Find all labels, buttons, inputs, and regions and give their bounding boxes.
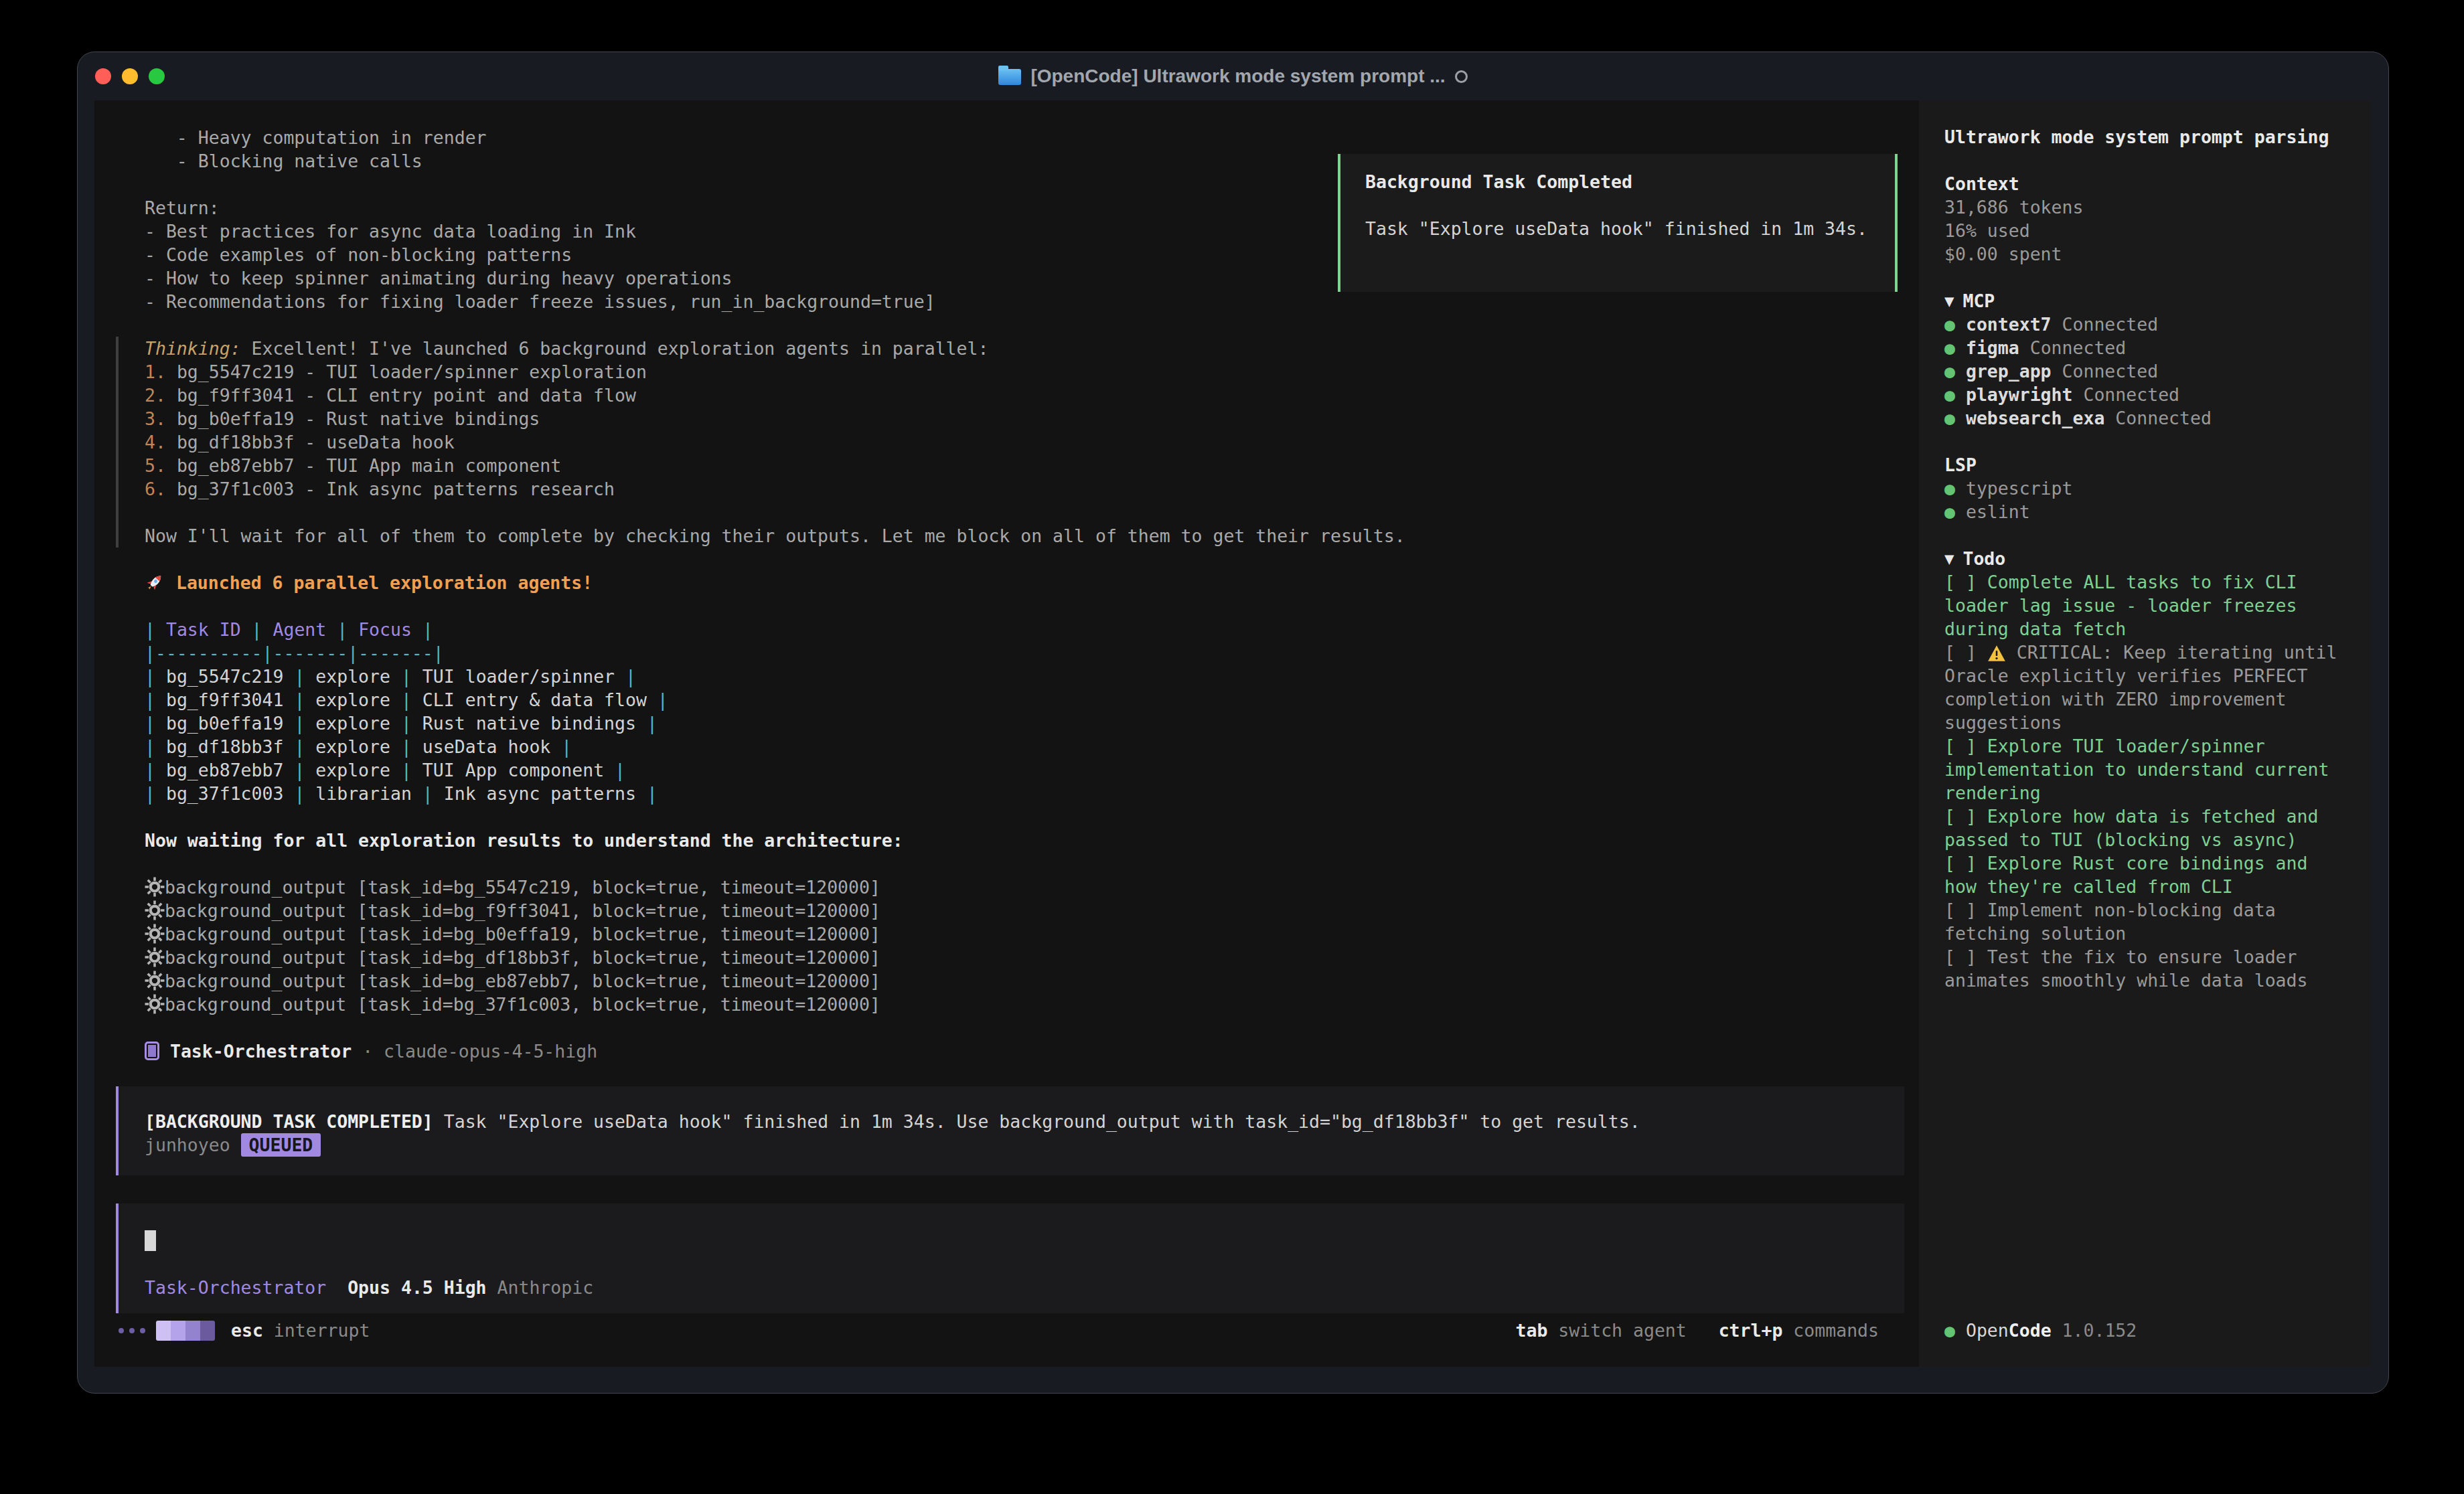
todo-item: [ ] Explore Rust core bindings and how t… [1944, 851, 2350, 898]
orchestrator-icon [145, 1042, 159, 1060]
terminal-line [116, 1016, 1904, 1040]
terminal-line: | bg_eb87ebb7 | explore | TUI App compon… [116, 758, 1904, 782]
spinner-dot [119, 1328, 124, 1333]
terminal-line: Task-Orchestrator Opus 4.5 High Anthropi… [119, 1276, 1904, 1299]
mcp-item-grep_app: ● grep_app Connected [1944, 359, 2350, 383]
rocket-icon [145, 572, 165, 593]
terminal-line [119, 1229, 1904, 1252]
app-window: [OpenCode] Ultrawork mode system prompt … [77, 52, 2389, 1394]
prompt-input[interactable]: Task-Orchestrator Opus 4.5 High Anthropi… [116, 1204, 1904, 1313]
terminal-line: Thinking: Excellent! I've launched 6 bac… [119, 337, 1904, 360]
context-stat: 31,686 tokens [1944, 195, 2350, 219]
terminal-line: Now I'll wait for all of them to complet… [119, 524, 1904, 548]
terminal-line: background_output [task_id=bg_df18bb3f, … [116, 946, 1904, 969]
ctrlp-action-label: commands [1793, 1319, 1879, 1342]
todo-section-header[interactable]: ▼Todo [1944, 547, 2350, 570]
background-task-message: [BACKGROUND TASK COMPLETED] Task "Explor… [116, 1086, 1904, 1175]
text-cursor [145, 1230, 156, 1251]
mcp-item-context7: ● context7 Connected [1944, 313, 2350, 336]
folder-icon [998, 69, 1021, 85]
terminal-line: Launched 6 parallel exploration agents! [116, 571, 1904, 594]
terminal-line: |----------|-------|-------| [116, 641, 1904, 665]
terminal-line [116, 805, 1904, 829]
gear-icon [145, 994, 165, 1015]
context-stat: 16% used [1944, 219, 2350, 242]
mcp-item-websearch_exa: ● websearch_exa Connected [1944, 406, 2350, 430]
todo-item: [ ] Complete ALL tasks to fix CLI loader… [1944, 570, 2350, 641]
app-version: ● OpenCode 1.0.152 [1944, 1319, 2137, 1342]
terminal-line: | bg_df18bb3f | explore | useData hook | [116, 735, 1904, 758]
terminal-block: Launched 6 parallel exploration agents! |… [116, 548, 1904, 1086]
context-stat: $0.00 spent [1944, 242, 2350, 266]
terminal-line [116, 594, 1904, 618]
terminal-line: junhoyeo QUEUED [119, 1133, 1904, 1157]
terminal-line: | bg_f9ff3041 | explore | CLI entry & da… [116, 688, 1904, 712]
terminal-line [116, 852, 1904, 876]
terminal-line: background_output [task_id=bg_37f1c003, … [116, 993, 1904, 1016]
terminal-line: background_output [task_id=bg_5547c219, … [116, 876, 1904, 899]
todo-item: [ ] Implement non-blocking data fetching… [1944, 898, 2350, 945]
terminal-line: 3. bg_b0effa19 - Rust native bindings [119, 407, 1904, 430]
mcp-item-figma: ● figma Connected [1944, 336, 2350, 359]
terminal-line: | bg_5547c219 | explore | TUI loader/spi… [116, 665, 1904, 688]
terminal-line: background_output [task_id=bg_eb87ebb7, … [116, 969, 1904, 993]
sidebar: Ultrawork mode system prompt parsing Cont… [1919, 100, 2371, 1367]
terminal-line [116, 313, 1904, 337]
lsp-item-eslint: ● eslint [1944, 500, 2350, 523]
terminal-line: 1. bg_5547c219 - TUI loader/spinner expl… [119, 360, 1904, 384]
progress-gradient [156, 1321, 215, 1341]
tab-action-label: switch agent [1558, 1319, 1686, 1342]
esc-action-label: interrupt [274, 1319, 370, 1342]
gear-icon [145, 971, 165, 991]
queued-badge: QUEUED [241, 1133, 321, 1157]
tab-key-hint: tab [1515, 1319, 1547, 1342]
window-title-text: [OpenCode] Ultrawork mode system prompt … [1030, 66, 1445, 87]
terminal-line: | bg_b0effa19 | explore | Rust native bi… [116, 712, 1904, 735]
terminal-line [116, 548, 1904, 571]
terminal-line: | Task ID | Agent | Focus | [116, 618, 1904, 641]
terminal-line: background_output [task_id=bg_f9ff3041, … [116, 899, 1904, 922]
lsp-item-typescript: ● typescript [1944, 477, 2350, 500]
terminal-line [119, 1252, 1904, 1276]
mcp-item-playwright: ● playwright Connected [1944, 383, 2350, 406]
terminal-block: Thinking: Excellent! I've launched 6 bac… [116, 337, 1904, 548]
notification-toast[interactable]: Background Task Completed Task "Explore … [1338, 154, 1898, 292]
ctrlp-key-hint: ctrl+p [1719, 1319, 1783, 1342]
terminal-line [116, 1063, 1904, 1086]
terminal-pane[interactable]: - Heavy computation in render - Blocking… [94, 100, 1919, 1367]
gear-icon [145, 900, 165, 921]
progress-circle-icon [1455, 70, 1468, 83]
todo-item: [ ] Explore TUI loader/spinner implement… [1944, 734, 2350, 805]
terminal-line: Task-Orchestrator · claude-opus-4-5-high [116, 1040, 1904, 1063]
gear-icon [145, 924, 165, 944]
terminal-line: background_output [task_id=bg_b0effa19, … [116, 922, 1904, 946]
spinner-dot [129, 1328, 135, 1333]
terminal-line: 6. bg_37f1c003 - Ink async patterns rese… [119, 477, 1904, 501]
lsp-header: LSP [1944, 453, 2350, 477]
window-title: [OpenCode] Ultrawork mode system prompt … [78, 52, 2388, 100]
terminal-line [119, 501, 1904, 524]
terminal-line: - Heavy computation in render [116, 126, 1904, 149]
terminal-line: | bg_37f1c003 | librarian | Ink async pa… [116, 782, 1904, 805]
terminal-line: 4. bg_df18bb3f - useData hook [119, 430, 1904, 454]
terminal-line: - Recommendations for fixing loader free… [116, 290, 1904, 313]
status-bar: esc interrupt tab switch agent ctrl+p co… [119, 1319, 1879, 1342]
todo-item: [ ] Explore how data is fetched and pass… [1944, 805, 2350, 851]
gear-icon [145, 877, 165, 898]
notification-title: Background Task Completed [1365, 170, 1895, 193]
todo-item: [ ] CRITICAL: Keep iterating until Oracl… [1944, 641, 2350, 734]
notification-body: Task "Explore useData hook" finished in … [1365, 217, 1895, 240]
sidebar-title: Ultrawork mode system prompt parsing [1944, 125, 2350, 149]
terminal-line: [BACKGROUND TASK COMPLETED] Task "Explor… [119, 1110, 1904, 1133]
esc-key-hint: esc [231, 1319, 263, 1342]
todo-item: [ ] Test the fix to ensure loader animat… [1944, 945, 2350, 992]
context-header: Context [1944, 172, 2350, 195]
spinner-dot [140, 1328, 145, 1333]
terminal-line: Now waiting for all exploration results … [116, 829, 1904, 852]
title-bar: [OpenCode] Ultrawork mode system prompt … [78, 52, 2388, 100]
terminal-line: 5. bg_eb87ebb7 - TUI App main component [119, 454, 1904, 477]
terminal-line: 2. bg_f9ff3041 - CLI entry point and dat… [119, 384, 1904, 407]
mcp-section-header[interactable]: ▼MCP [1944, 289, 2350, 313]
gear-icon [145, 947, 165, 968]
